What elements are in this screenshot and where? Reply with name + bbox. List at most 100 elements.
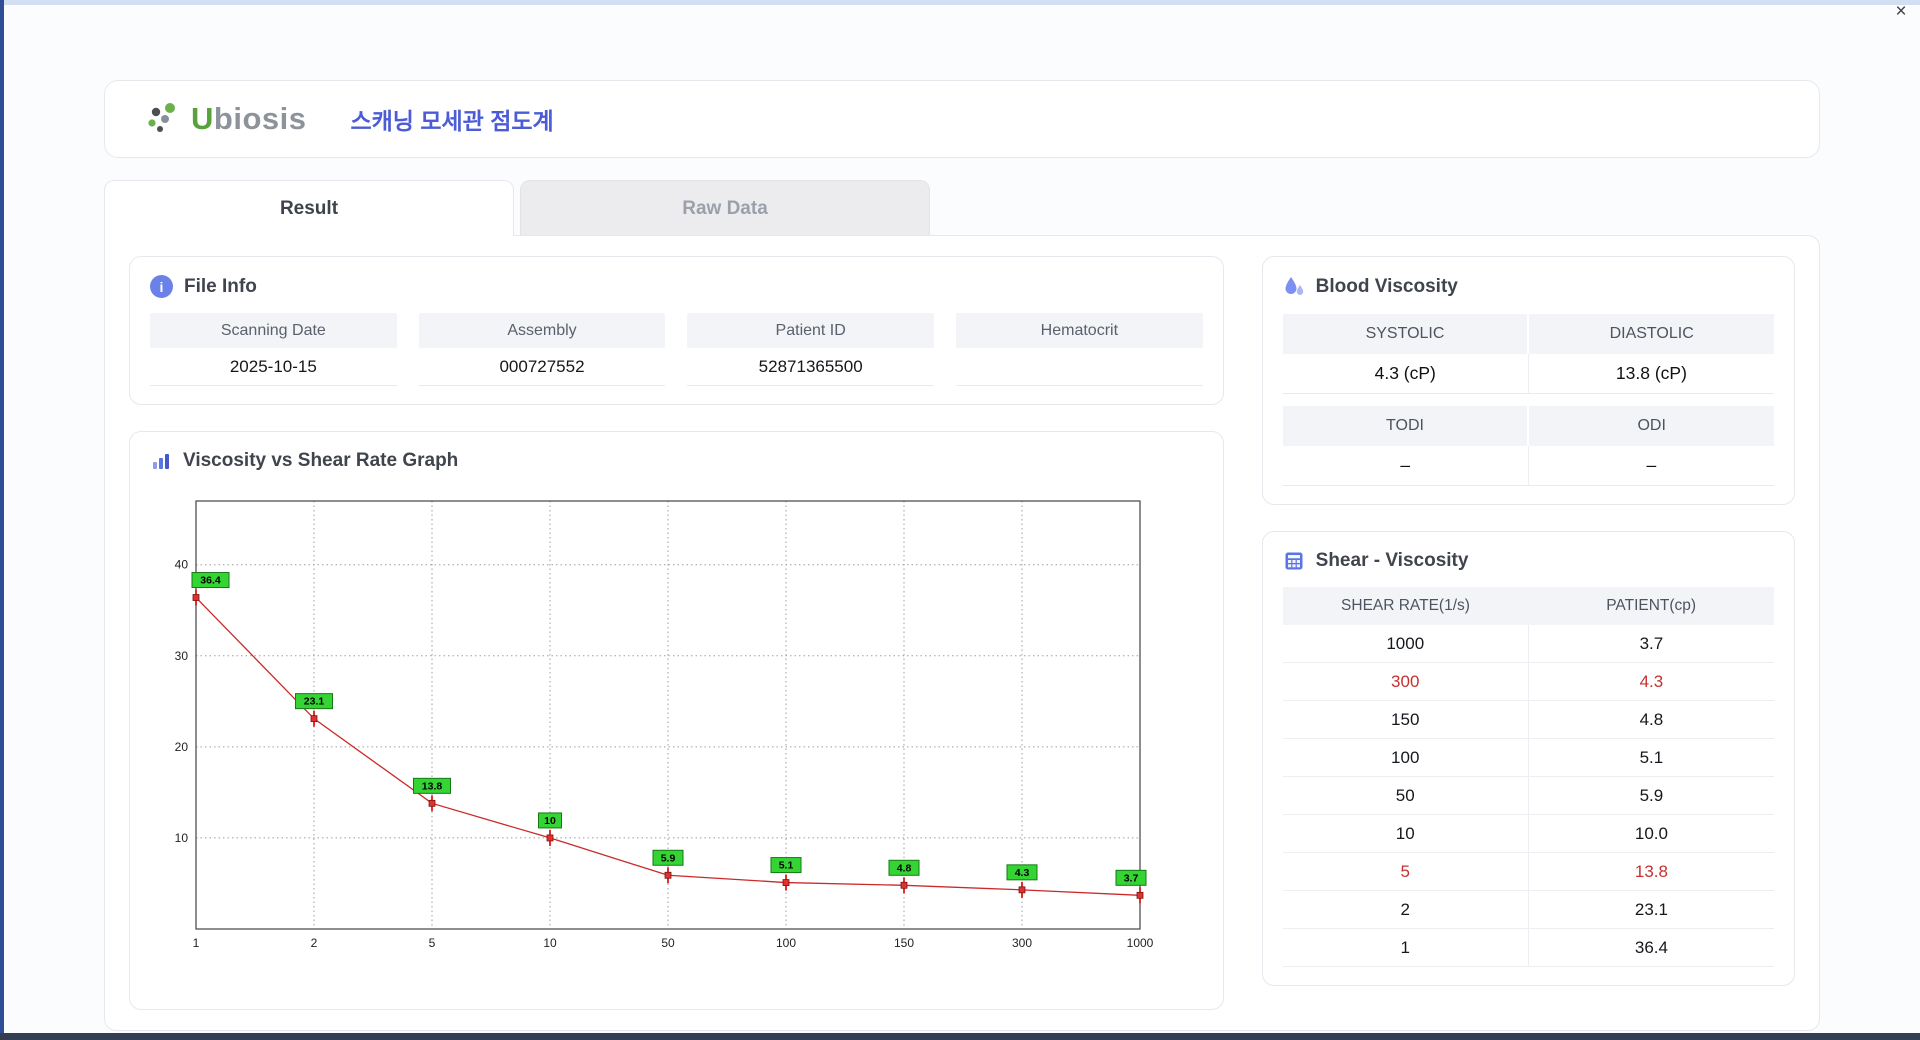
table-row-shear-1: 1 36.4 — [1282, 929, 1774, 967]
cell-patient: 13.8 — [1527, 853, 1774, 890]
cell-shear-rate: 50 — [1395, 785, 1415, 805]
svg-text:10: 10 — [543, 936, 557, 950]
file-info-card: i File Info Scanning Date 2025-10-15 Assem… — [129, 256, 1224, 405]
svg-text:36.4: 36.4 — [200, 575, 221, 587]
main-content: Ubiosis 스캐닝 모세관 점도계 Result Raw Data i Fi… — [104, 80, 1820, 1031]
shear-viscosity-table: SHEAR RATE(1/s) PATIENT(cp) 1000 3.7 300 4.… — [1282, 587, 1774, 967]
field-label-hematocrit: Hematocrit — [956, 313, 1203, 348]
svg-text:3.7: 3.7 — [1124, 872, 1139, 884]
svg-text:10: 10 — [544, 815, 556, 827]
graph-card: Viscosity vs Shear Rate Graph 10 20 30 40 1 2… — [129, 431, 1224, 1010]
shear-viscosity-title-row: Shear - Viscosity — [1283, 550, 1774, 572]
svg-text:5: 5 — [429, 936, 436, 950]
cell-shear-rate: 10 — [1395, 823, 1415, 843]
blood-viscosity-title-row: Blood Viscosity — [1283, 275, 1774, 299]
svg-text:4.3: 4.3 — [1015, 867, 1030, 879]
field-value-assembly: 000727552 — [418, 348, 666, 386]
field-value-scanning-date: 2025-10-15 — [150, 348, 397, 386]
column-header-shear-rate: SHEAR RATE(1/s) — [1341, 597, 1470, 614]
viscosity-chart: 10 20 30 40 1 2 5 10 50 100 150 300 1000 36.4 23.1 13.8… — [154, 487, 1203, 964]
blood-viscosity-title: Blood Viscosity — [1315, 276, 1458, 297]
file-info-field-assembly: Assembly 000727552 — [418, 313, 666, 386]
cell-patient: 3.7 — [1527, 625, 1774, 662]
page-title: 스캐닝 모세관 점도계 — [350, 108, 554, 134]
file-info-field-patient-id: Patient ID 52871365500 — [687, 313, 935, 386]
blood-viscosity-grid: SYSTOLIC DIASTOLIC 4.3 (cP) 13.8 (cP) TODI OD… — [1282, 314, 1774, 486]
table-row-shear-2: 2 23.1 — [1282, 891, 1774, 929]
cell-patient: 5.1 — [1527, 739, 1774, 776]
table-icon — [1285, 552, 1303, 570]
svg-text:1000: 1000 — [1127, 936, 1154, 950]
bar-chart-icon — [153, 454, 169, 469]
viscosity-chart-svg: 10 20 30 40 1 2 5 10 50 100 150 300 1000 36.4 23.1 13.8… — [175, 500, 1154, 950]
bv-header-odi: ODI — [1527, 406, 1774, 446]
shear-viscosity-card: Shear - Viscosity SHEAR RATE(1/s) PATIEN… — [1261, 531, 1795, 986]
cell-patient: 36.4 — [1527, 929, 1774, 966]
table-row-shear-300: 300 4.3 — [1282, 663, 1774, 701]
window-top-edge — [0, 0, 1920, 5]
svg-text:5.1: 5.1 — [779, 860, 794, 872]
window-close-button[interactable]: × — [1890, 1, 1912, 23]
table-row-shear-1000: 1000 3.7 — [1282, 625, 1774, 663]
cell-shear-rate: 5 — [1400, 861, 1410, 881]
bv-gap — [1283, 394, 1774, 406]
bv-value-systolic: 4.3 (cP) — [1282, 354, 1528, 394]
file-info-field-hematocrit: Hematocrit — [956, 313, 1203, 386]
bv-header-diastolic: DIASTOLIC — [1527, 314, 1774, 354]
cell-patient: 10.0 — [1527, 815, 1774, 852]
cell-shear-rate: 2 — [1400, 899, 1410, 919]
bv-value-diastolic: 13.8 (cP) — [1527, 354, 1774, 394]
svg-text:23.1: 23.1 — [304, 696, 325, 708]
app-header: Ubiosis 스캐닝 모세관 점도계 — [104, 80, 1820, 158]
cell-patient: 5.9 — [1527, 777, 1774, 814]
file-info-field-scanning-date: Scanning Date 2025-10-15 — [150, 313, 397, 386]
brand-logo-icon — [148, 103, 175, 132]
svg-text:50: 50 — [661, 936, 675, 950]
file-info-fields: Scanning Date 2025-10-15 Assembly 000727552… — [150, 313, 1203, 386]
table-row-shear-50: 50 5.9 — [1282, 777, 1774, 815]
svg-text:40: 40 — [175, 558, 189, 572]
bv-value-todi: – — [1282, 446, 1528, 486]
cell-patient: 4.8 — [1527, 701, 1774, 738]
svg-text:5.9: 5.9 — [661, 852, 676, 864]
left-column: i File Info Scanning Date 2025-10-15 Assem… — [129, 256, 1224, 1010]
bv-value-row: – – — [1282, 446, 1774, 486]
shear-viscosity-title: Shear - Viscosity — [1315, 550, 1469, 571]
window-bottom-edge — [0, 1033, 1920, 1040]
tab-bar: Result Raw Data — [104, 180, 1820, 236]
shear-viscosity-rows: 1000 3.7 300 4.3 150 4.8 100 5.1 50 5.9 10 10.0 5 13.… — [1282, 625, 1774, 967]
cell-shear-rate: 1000 — [1386, 633, 1425, 653]
field-value-patient-id: 52871365500 — [687, 348, 935, 386]
column-header-patient: PATIENT(cp) — [1606, 597, 1697, 614]
svg-text:2: 2 — [311, 936, 318, 950]
cell-patient: 23.1 — [1527, 891, 1774, 928]
graph-title-row: Viscosity vs Shear Rate Graph — [150, 450, 1203, 472]
file-info-title: File Info — [184, 275, 257, 297]
field-label-patient-id: Patient ID — [687, 313, 935, 348]
bv-value-odi: – — [1527, 446, 1774, 486]
bv-header-todi: TODI — [1282, 406, 1528, 446]
svg-text:300: 300 — [1012, 936, 1032, 950]
bv-header-systolic: SYSTOLIC — [1282, 314, 1528, 354]
info-icon: i — [150, 275, 173, 298]
blood-viscosity-card: Blood Viscosity SYSTOLIC DIASTOLIC 4.3 (cP… — [1261, 256, 1795, 505]
tab-result[interactable]: Result — [104, 180, 514, 236]
tab-raw-data[interactable]: Raw Data — [520, 180, 930, 236]
table-row-shear-150: 150 4.8 — [1282, 701, 1774, 739]
shear-viscosity-table-header: SHEAR RATE(1/s) PATIENT(cp) — [1282, 587, 1774, 625]
svg-text:10: 10 — [175, 831, 189, 845]
cell-shear-rate: 150 — [1391, 709, 1420, 729]
cell-shear-rate: 100 — [1391, 747, 1420, 767]
table-row-shear-5: 5 13.8 — [1282, 853, 1774, 891]
table-row-shear-100: 100 5.1 — [1282, 739, 1774, 777]
file-info-title-row: i File Info — [150, 275, 1203, 298]
table-row-shear-10: 10 10.0 — [1282, 815, 1774, 853]
field-label-assembly: Assembly — [418, 313, 666, 348]
right-column: Blood Viscosity SYSTOLIC DIASTOLIC 4.3 (cP… — [1261, 256, 1795, 1010]
bv-header-row: SYSTOLIC DIASTOLIC — [1282, 314, 1774, 354]
brand-name: Ubiosis — [191, 101, 307, 136]
svg-text:4.8: 4.8 — [897, 862, 912, 874]
cell-shear-rate: 300 — [1391, 671, 1420, 691]
svg-text:1: 1 — [193, 936, 200, 950]
bv-header-row: TODI ODI — [1282, 406, 1774, 446]
